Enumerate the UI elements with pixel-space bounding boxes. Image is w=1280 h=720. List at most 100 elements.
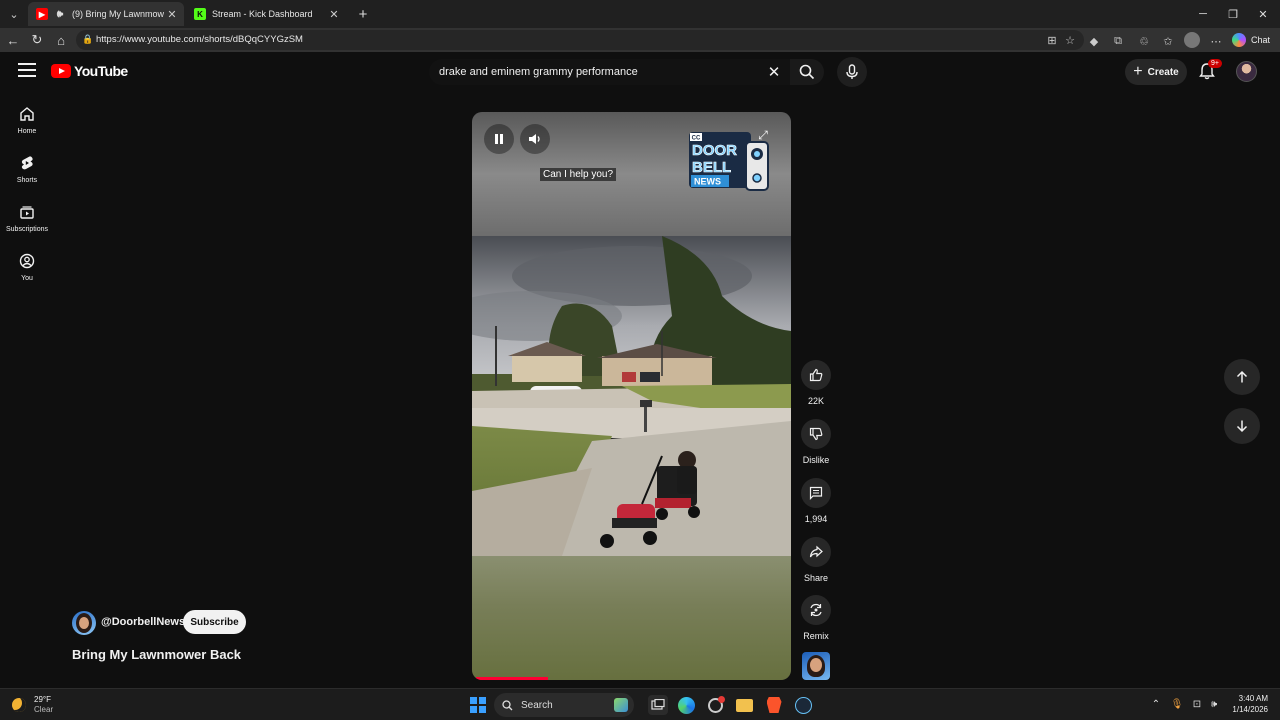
clear-search-icon[interactable]: ✕ [765, 63, 783, 81]
search-icon [799, 64, 815, 80]
subscriptions-icon [20, 206, 34, 219]
restore-icon[interactable]: ❐ [1218, 4, 1248, 24]
extension-diamond-icon[interactable]: ◆ [1086, 33, 1102, 49]
search-highlight-icon [614, 698, 628, 712]
taskbar-search-label: Search [521, 699, 553, 711]
moon-icon [12, 698, 26, 712]
weather-widget[interactable]: 29°F Clear [12, 695, 53, 715]
tab-title: Stream - Kick Dashboard [212, 9, 313, 19]
menu-icon[interactable] [18, 63, 36, 79]
remix-button[interactable]: Remix [797, 595, 835, 641]
chat-label: Chat [1251, 35, 1271, 45]
minimize-icon[interactable]: ─ [1188, 4, 1218, 24]
channel-handle[interactable]: @DoorbellNews [101, 616, 185, 628]
start-button[interactable] [470, 697, 486, 713]
pause-button[interactable] [484, 124, 514, 154]
comments-circle [801, 478, 831, 508]
taskbar-search[interactable]: Search [494, 693, 634, 717]
sidebar-item-label: Subscriptions [5, 226, 49, 233]
pause-icon [495, 134, 503, 144]
thumbs-up-icon [809, 368, 823, 382]
close-tab-icon[interactable]: ✕ [164, 6, 180, 22]
share-button[interactable]: Share [797, 537, 835, 583]
tab-youtube[interactable]: ▶ 🕪 (9) Bring My Lawnmower Bac ✕ [28, 2, 184, 26]
tab-list-button[interactable]: ⌄ [4, 4, 24, 24]
notifications-button[interactable]: 9+ [1198, 59, 1222, 82]
weather-temp: 29°F [34, 695, 51, 704]
video-frame-scene [472, 236, 791, 556]
fullscreen-icon[interactable]: ⤢ [752, 124, 774, 146]
clock[interactable]: 3:40 AM 1/14/2026 [1226, 693, 1268, 715]
edge-icon[interactable] [676, 695, 696, 715]
previous-short-button[interactable] [1224, 359, 1260, 395]
sidebar-item-subscriptions[interactable]: Subscriptions [0, 202, 54, 244]
reload-icon[interactable]: ↻ [27, 30, 47, 50]
subscribe-button[interactable]: Subscribe [183, 610, 246, 634]
thumbs-down-icon [809, 427, 823, 441]
search-button[interactable] [790, 59, 824, 85]
brand-line: NEWS [694, 177, 721, 187]
copilot-icon [1232, 33, 1246, 47]
site-info-icon[interactable]: 🔒 [82, 34, 94, 46]
brave-icon[interactable] [764, 695, 784, 715]
next-short-button[interactable] [1224, 408, 1260, 444]
channel-thumbnail[interactable] [802, 652, 830, 680]
new-tab-button[interactable]: + [348, 4, 378, 24]
youtube-play-icon [51, 64, 71, 78]
voice-search-button[interactable] [837, 57, 867, 87]
app-icon[interactable] [705, 695, 725, 715]
notification-badge: 9+ [1208, 59, 1222, 68]
app-available-icon[interactable]: ⊞ [1044, 32, 1060, 48]
url-text: https://www.youtube.com/shorts/dBQqCYYGz… [96, 34, 303, 45]
task-view-icon[interactable] [648, 695, 668, 715]
network-icon[interactable]: ⊡ [1190, 697, 1204, 711]
sidebar-item-shorts[interactable]: Shorts [0, 153, 54, 195]
share-circle [801, 537, 831, 567]
profile-icon[interactable] [1184, 32, 1200, 48]
copilot-chat-button[interactable]: Chat [1232, 31, 1276, 49]
channel-avatar[interactable] [72, 611, 96, 635]
like-button[interactable]: 22K [797, 360, 835, 406]
sidebar-item-you[interactable]: You [0, 251, 54, 293]
microphone-tray-icon[interactable]: 🎙 [1170, 697, 1184, 711]
video-progress-bar[interactable] [476, 677, 548, 680]
show-hidden-icons-icon[interactable]: ⌃ [1149, 697, 1163, 711]
microphone-icon [846, 64, 858, 79]
browser-essentials-icon[interactable]: ♲ [1136, 33, 1152, 49]
youtube-logo[interactable]: YouTube [51, 63, 128, 79]
extensions-icon[interactable]: ⧉ [1110, 33, 1126, 49]
dislike-button[interactable]: Dislike [797, 419, 835, 465]
shorts-video-player[interactable]: Can I help you? CC DOOR BELL NEWS ⤢ [472, 112, 791, 680]
sidebar-item-home[interactable]: Home [0, 104, 54, 146]
steam-icon[interactable] [793, 695, 813, 715]
search-input[interactable] [439, 63, 759, 81]
favorites-icon[interactable]: ✩ [1160, 33, 1176, 49]
url-field[interactable]: 🔒 https://www.youtube.com/shorts/dBQqCYY… [76, 30, 1084, 50]
tab-kick[interactable]: K Stream - Kick Dashboard ✕ [186, 2, 346, 26]
logo-wordmark: YouTube [74, 63, 128, 79]
volume-tray-icon[interactable]: 🕪 [1207, 697, 1221, 711]
remix-circle [801, 595, 831, 625]
file-explorer-icon[interactable] [734, 695, 754, 715]
favorite-star-icon[interactable]: ☆ [1062, 32, 1078, 48]
close-window-icon[interactable]: ✕ [1248, 4, 1278, 24]
youtube-favicon-icon: ▶ [36, 8, 48, 20]
sidebar-item-label: Home [17, 128, 37, 135]
clock-date: 1/14/2026 [1232, 705, 1268, 714]
comments-button[interactable]: 1,994 [797, 478, 835, 524]
dislike-label: Dislike [802, 455, 830, 465]
browser-tab-bar: ⌄ ▶ 🕪 (9) Bring My Lawnmower Bac ✕ K Str… [0, 0, 1280, 28]
more-menu-icon[interactable]: ⋯ [1208, 33, 1224, 49]
share-label: Share [803, 573, 829, 583]
close-tab-icon[interactable]: ✕ [326, 6, 342, 22]
home-icon[interactable]: ⌂ [51, 30, 71, 50]
mute-button[interactable] [520, 124, 550, 154]
back-arrow-icon[interactable]: ← [3, 30, 23, 50]
brand-line: CC [692, 136, 701, 142]
sidebar-item-label: Shorts [16, 177, 38, 184]
account-avatar[interactable] [1236, 61, 1257, 82]
short-title[interactable]: Bring My Lawnmower Back [72, 647, 241, 662]
speaker-icon[interactable]: 🕪 [54, 8, 66, 20]
video-caption: Can I help you? [540, 168, 617, 181]
create-button[interactable]: + Create [1125, 59, 1187, 85]
